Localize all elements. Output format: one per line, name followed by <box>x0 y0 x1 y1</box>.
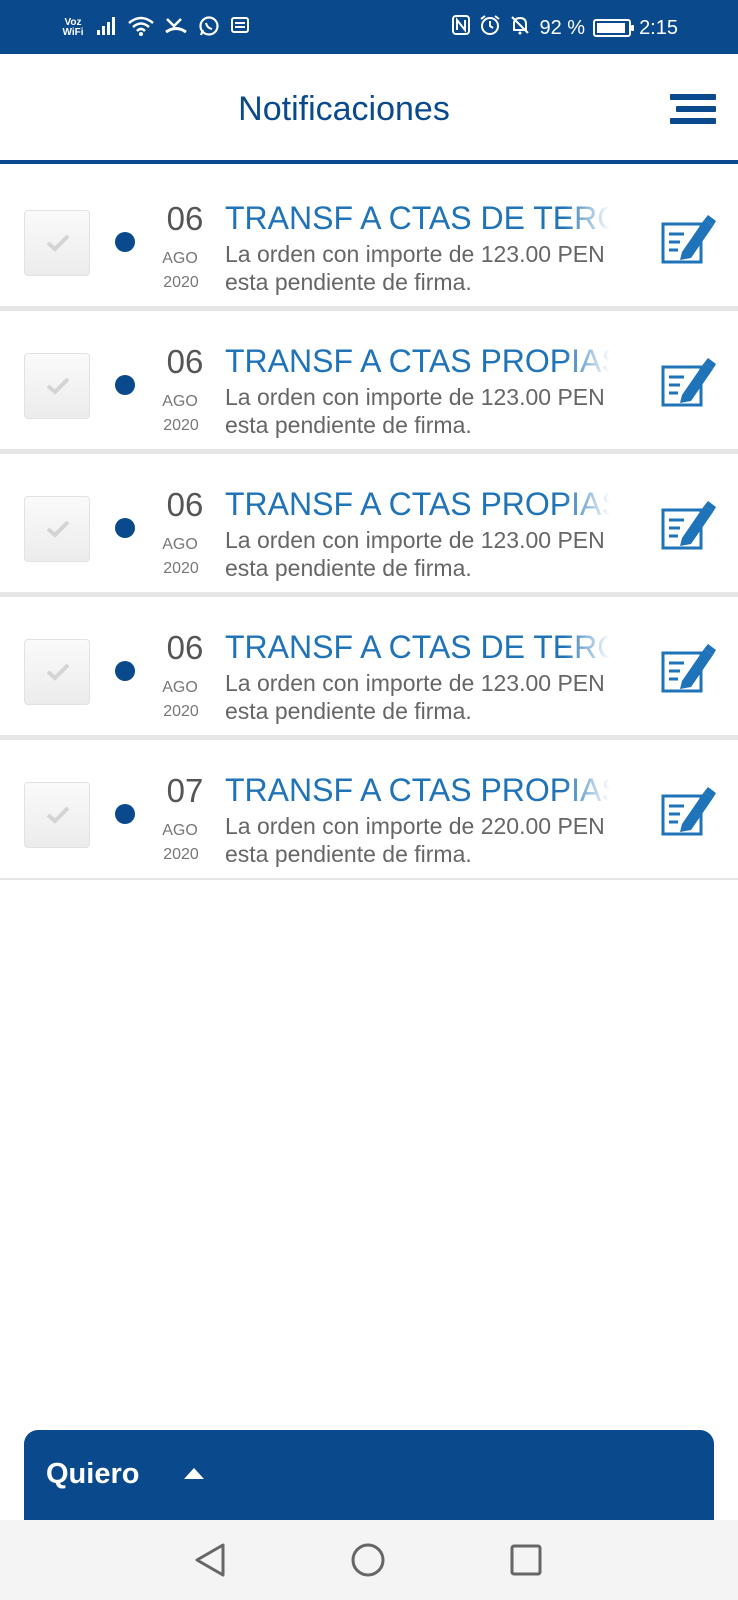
alarm-icon <box>479 14 501 42</box>
edit-document-icon <box>661 358 716 407</box>
mute-icon <box>509 14 531 42</box>
unread-dot <box>115 804 135 824</box>
notification-line2: esta pendiente de firma. <box>225 555 472 581</box>
notification-description: La orden con importe de 123.00 PEN esta … <box>225 526 645 582</box>
notification-day: 07 <box>166 772 204 809</box>
notification-description: La orden con importe de 220.00 PEN esta … <box>225 812 645 868</box>
notification-line1: La orden con importe de 123.00 PEN <box>225 527 605 553</box>
notification-row[interactable]: 06 AGO 2020 TRANSF A CTAS PROPIAS La ord… <box>0 454 738 597</box>
edit-document-icon <box>661 644 716 693</box>
menu-icon-bar-3 <box>670 118 716 124</box>
quiero-button[interactable]: Quiero <box>24 1430 714 1520</box>
battery-icon <box>593 19 635 37</box>
edit-document-icon <box>661 787 716 836</box>
notification-description: La orden con importe de 123.00 PEN esta … <box>225 240 645 296</box>
unread-dot <box>115 518 135 538</box>
notification-month: AGO <box>162 822 198 839</box>
page-title: Notificaciones <box>238 90 450 128</box>
notification-line2: esta pendiente de firma. <box>225 698 472 724</box>
notification-year: 2020 <box>163 417 199 434</box>
select-checkbox[interactable] <box>24 782 90 848</box>
back-button[interactable] <box>193 1542 227 1583</box>
sign-button[interactable] <box>660 500 716 552</box>
status-bar-right: 92 % 2:15 <box>451 14 678 42</box>
notification-year: 2020 <box>163 274 199 291</box>
notification-title: TRANSF A CTAS PROPIAS <box>225 772 610 808</box>
wifi-icon <box>128 16 154 41</box>
notification-description: La orden con importe de 123.00 PEN esta … <box>225 383 645 439</box>
unread-dot <box>115 232 135 252</box>
check-icon <box>46 520 70 538</box>
app-header: Notificaciones <box>0 54 738 164</box>
notification-row[interactable]: 07 AGO 2020 TRANSF A CTAS PROPIAS La ord… <box>0 740 738 880</box>
check-icon <box>46 377 70 395</box>
clock: 2:15 <box>639 16 678 39</box>
select-checkbox[interactable] <box>24 210 90 276</box>
notification-list: 06 AGO 2020 TRANSF A CTAS DE TERCEROS La… <box>0 168 738 880</box>
notification-description: La orden con importe de 123.00 PEN esta … <box>225 669 645 725</box>
battery-percent: 92 % <box>539 16 586 39</box>
notification-month: AGO <box>162 393 198 410</box>
notification-line1: La orden con importe de 220.00 PEN <box>225 813 605 839</box>
battery-fill <box>597 23 625 33</box>
menu-icon-bar-2 <box>676 106 716 112</box>
notification-year: 2020 <box>163 846 199 863</box>
select-checkbox[interactable] <box>24 353 90 419</box>
notification-year: 2020 <box>163 560 199 577</box>
caret-up-icon <box>184 1468 204 1479</box>
status-bar-left: Voz WiFi <box>60 14 250 42</box>
notification-day: 06 <box>166 343 204 380</box>
sign-button[interactable] <box>660 214 716 266</box>
notification-row[interactable]: 06 AGO 2020 TRANSF A CTAS DE TERCEROS La… <box>0 597 738 740</box>
notification-line2: esta pendiente de firma. <box>225 412 472 438</box>
notification-row[interactable]: 06 AGO 2020 TRANSF A CTAS PROPIAS La ord… <box>0 311 738 454</box>
system-nav-bar <box>0 1520 738 1600</box>
sign-button[interactable] <box>660 786 716 838</box>
nfc-icon <box>451 14 471 42</box>
unread-dot <box>115 375 135 395</box>
notification-line1: La orden con importe de 123.00 PEN <box>225 241 605 267</box>
notification-title: TRANSF A CTAS DE TERCEROS <box>225 200 610 236</box>
menu-icon <box>670 94 716 100</box>
notification-day: 06 <box>166 200 204 237</box>
unread-dot <box>115 661 135 681</box>
notification-month: AGO <box>162 536 198 553</box>
recents-button[interactable] <box>509 1542 543 1583</box>
notification-line1: La orden con importe de 123.00 PEN <box>225 384 605 410</box>
edit-document-icon <box>661 501 716 550</box>
sign-button[interactable] <box>660 643 716 695</box>
vozwifi-indicator: Voz WiFi <box>60 18 86 38</box>
notification-month: AGO <box>162 679 198 696</box>
home-button[interactable] <box>350 1542 386 1583</box>
whatsapp-icon <box>198 15 220 42</box>
notification-year: 2020 <box>163 703 199 720</box>
check-icon <box>46 234 70 252</box>
check-icon <box>46 663 70 681</box>
notification-row[interactable]: 06 AGO 2020 TRANSF A CTAS DE TERCEROS La… <box>0 168 738 311</box>
notification-title: TRANSF A CTAS PROPIAS <box>225 343 610 379</box>
home-icon <box>351 1543 385 1577</box>
sign-button[interactable] <box>660 357 716 409</box>
notification-title: TRANSF A CTAS DE TERCEROS <box>225 629 610 665</box>
notification-day: 06 <box>166 486 204 523</box>
notification-title: TRANSF A CTAS PROPIAS <box>225 486 610 522</box>
notification-line2: esta pendiente de firma. <box>225 269 472 295</box>
menu-button[interactable] <box>668 94 716 132</box>
back-icon <box>195 1543 225 1577</box>
edit-document-icon <box>661 215 716 264</box>
notification-month: AGO <box>162 250 198 267</box>
notification-line1: La orden con importe de 123.00 PEN <box>225 670 605 696</box>
notification-line2: esta pendiente de firma. <box>225 841 472 867</box>
quiero-label: Quiero <box>46 1458 140 1490</box>
wifi-label: WiFi <box>62 27 84 38</box>
check-icon <box>46 806 70 824</box>
select-checkbox[interactable] <box>24 639 90 705</box>
notification-day: 06 <box>166 629 204 666</box>
signal-icon <box>96 16 118 41</box>
recents-icon <box>510 1544 542 1576</box>
status-bar: Voz WiFi 92 % 2:15 <box>0 0 738 54</box>
message-icon <box>230 16 250 41</box>
select-checkbox[interactable] <box>24 496 90 562</box>
missed-call-icon <box>164 16 188 41</box>
